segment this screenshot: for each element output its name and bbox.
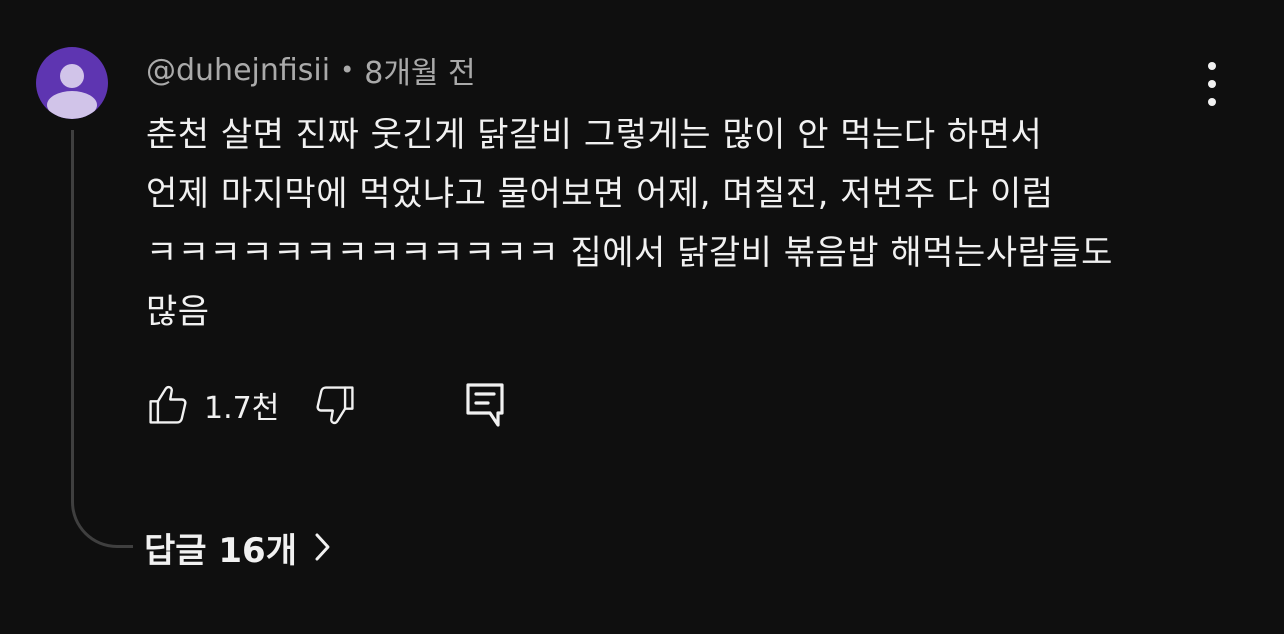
- comment-text: 춘천 살면 진짜 웃긴게 닭갈비 그렇게는 많이 안 먹는다 하면서 언제 마지…: [146, 106, 1186, 342]
- chevron-right-icon: [315, 533, 330, 561]
- comment-text-line: 춘천 살면 진짜 웃긴게 닭갈비 그렇게는 많이 안 먹는다 하면서: [146, 115, 1043, 155]
- comment-header: @duhejnfisii • 8개월 전: [146, 48, 476, 92]
- comment-text-line: ㅋㅋㅋㅋㅋㅋㅋㅋㅋㅋㅋㅋㅋ 집에서 닭갈비 볶음밥 해먹는사람들도: [146, 233, 1113, 273]
- reply-button[interactable]: [465, 382, 505, 428]
- comment-author[interactable]: @duhejnfisii: [146, 53, 330, 88]
- reply-comment-icon: [466, 383, 504, 427]
- avatar-default-person-icon: [47, 64, 97, 119]
- replies-label: 답글 16개: [144, 530, 297, 571]
- comment-text-line: 언제 마지막에 먹었냐고 물어보면 어제, 며칠전, 저번주 다 이럼: [146, 174, 1054, 214]
- dislike-button[interactable]: [313, 383, 357, 427]
- reply-thread-line: [71, 130, 133, 548]
- thumbs-down-icon: [316, 386, 354, 425]
- like-button[interactable]: [146, 383, 190, 427]
- comment-actions: 1.7천: [146, 380, 505, 430]
- more-vertical-icon[interactable]: [1192, 62, 1232, 106]
- thumbs-up-icon: [149, 385, 187, 424]
- comment-text-line: 많음: [146, 292, 210, 332]
- comment-time[interactable]: 8개월 전: [364, 48, 475, 92]
- like-count: 1.7천: [204, 391, 280, 426]
- header-separator: •: [340, 56, 355, 84]
- avatar[interactable]: [36, 47, 108, 119]
- view-replies-button[interactable]: 답글 16개: [144, 522, 333, 572]
